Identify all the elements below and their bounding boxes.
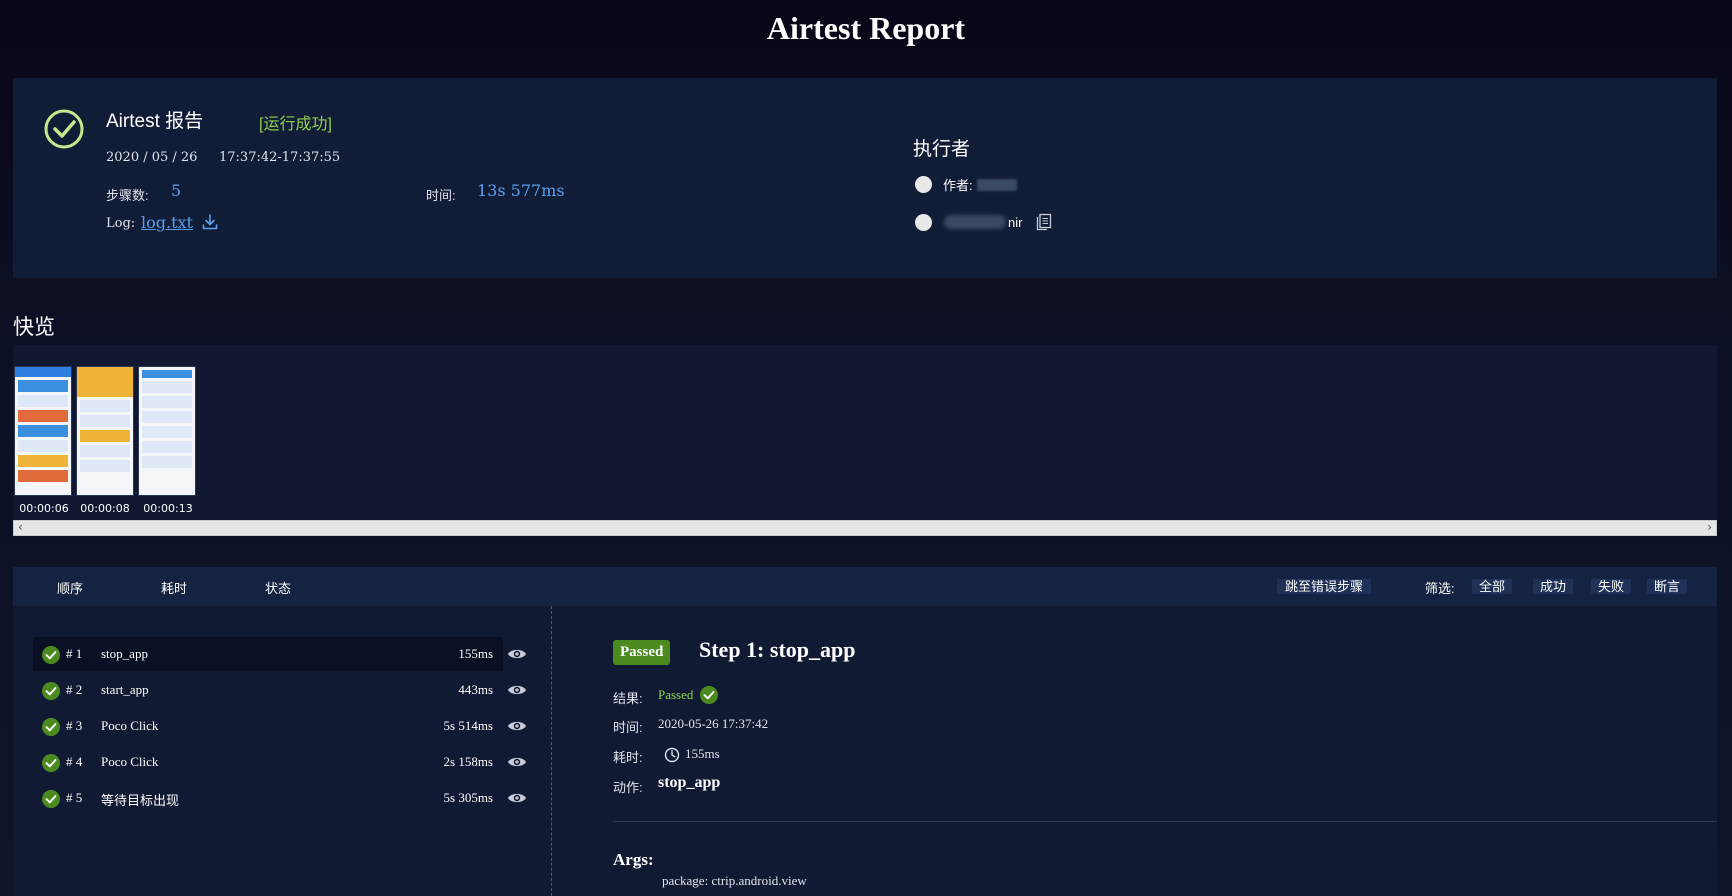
- step-row[interactable]: # 1 stop_app 155ms: [33, 637, 503, 671]
- filter-fail-button[interactable]: 失败: [1591, 579, 1632, 594]
- elapsed-value: 155ms: [685, 746, 720, 761]
- duration-label: 时间:: [426, 188, 456, 203]
- scroll-left-icon[interactable]: ‹: [18, 520, 23, 534]
- report-date: 2020 / 05 / 26: [106, 150, 198, 165]
- steps-header: 顺序 耗时 状态 跳至错误步骤 筛选: 全部 成功 失败 断言: [13, 567, 1717, 606]
- script-dot-icon: [915, 213, 932, 231]
- result-value: Passed: [658, 687, 694, 702]
- author-row: 作者:: [915, 175, 1017, 194]
- step-number: # 2: [66, 682, 83, 697]
- report-title: Airtest Report: [766, 10, 966, 46]
- screenshot-thumbnail[interactable]: [14, 366, 72, 496]
- step-detail-title: Step 1: stop_app: [699, 637, 856, 662]
- args-title: Args:: [613, 850, 654, 869]
- script-name-tail: nir: [1008, 214, 1023, 230]
- step-number: # 1: [66, 646, 83, 661]
- step-number: # 4: [66, 754, 83, 769]
- step-success-icon: [42, 790, 60, 808]
- step-success-icon: [42, 754, 60, 772]
- step-row[interactable]: # 3 Poco Click 5s 514ms: [33, 709, 503, 743]
- jump-to-error-button[interactable]: 跳至错误步骤: [1277, 579, 1372, 594]
- action-label: 动作:: [613, 780, 643, 795]
- steps-panel: 顺序 耗时 状态 跳至错误步骤 筛选: 全部 成功 失败 断言 # 1 stop…: [13, 567, 1717, 896]
- steps-count-label: 步骤数:: [106, 188, 149, 203]
- clock-icon: [664, 747, 680, 763]
- eye-icon[interactable]: [507, 755, 527, 769]
- log-file-link[interactable]: log.txt: [141, 213, 193, 232]
- summary-panel: Airtest 报告 [运行成功] 2020 / 05 / 26 17:37:4…: [13, 78, 1717, 278]
- report-time-range: 17:37:42-17:37:55: [219, 150, 341, 165]
- quickview-panel: 00:00:06 00:00:08 00:00:13: [13, 345, 1717, 520]
- step-name: Poco Click: [101, 718, 159, 733]
- quickview-title: 快览: [13, 316, 55, 339]
- step-success-icon: [42, 718, 60, 736]
- steps-count-value: 5: [171, 181, 182, 200]
- script-row: nir: [915, 213, 1052, 231]
- step-time: 2s 158ms: [443, 754, 493, 769]
- time-value: 2020-05-26 17:37:42: [658, 716, 769, 731]
- step-success-icon: [42, 646, 60, 664]
- screenshot-thumbnail[interactable]: [138, 366, 196, 496]
- step-row[interactable]: # 2 start_app 443ms: [33, 673, 503, 707]
- horizontal-scrollbar[interactable]: ‹ ›: [13, 520, 1717, 536]
- copy-icon[interactable]: [1036, 213, 1052, 231]
- status-badge: Passed: [613, 640, 671, 665]
- step-name: 等待目标出现: [101, 793, 180, 808]
- log-label: Log:: [106, 216, 136, 231]
- scroll-right-icon[interactable]: ›: [1707, 520, 1712, 534]
- screenshot-thumbnail[interactable]: [76, 366, 134, 496]
- step-name: Poco Click: [101, 754, 159, 769]
- result-label: 结果:: [613, 691, 643, 706]
- step-number: # 3: [66, 718, 83, 733]
- run-status: [运行成功]: [259, 116, 332, 133]
- filter-success-button[interactable]: 成功: [1533, 579, 1574, 594]
- filter-label: 筛选:: [1425, 581, 1455, 596]
- elapsed-label: 耗时:: [613, 750, 643, 765]
- download-icon[interactable]: [201, 213, 219, 231]
- sort-by-order[interactable]: 顺序: [57, 578, 83, 597]
- step-time: 5s 514ms: [443, 718, 493, 733]
- step-number: # 5: [66, 790, 83, 805]
- executor-title: 执行者: [913, 139, 971, 160]
- thumbnail-time: 00:00:13: [143, 502, 193, 515]
- step-name: stop_app: [101, 646, 148, 661]
- eye-icon[interactable]: [507, 719, 527, 733]
- eye-icon[interactable]: [507, 647, 527, 661]
- sort-by-status[interactable]: 状态: [265, 578, 291, 597]
- step-name: start_app: [101, 682, 149, 697]
- step-time: 443ms: [458, 682, 493, 697]
- result-success-icon: [700, 686, 718, 704]
- args-package: package: ctrip.android.view: [662, 873, 807, 888]
- step-success-icon: [42, 682, 60, 700]
- author-dot-icon: [915, 176, 932, 193]
- action-value: stop_app: [658, 774, 721, 791]
- sort-by-elapsed[interactable]: 耗时: [161, 578, 187, 597]
- script-name-redacted: [944, 215, 1006, 229]
- author-name-redacted: [976, 178, 1017, 191]
- step-row[interactable]: # 4 Poco Click 2s 158ms: [33, 745, 503, 779]
- time-label: 时间:: [613, 720, 643, 735]
- step-time: 5s 305ms: [443, 790, 493, 805]
- thumbnail-time: 00:00:08: [80, 502, 130, 515]
- panel-divider: [551, 606, 552, 896]
- thumbnail-time: 00:00:06: [19, 502, 69, 515]
- author-label: 作者:: [943, 178, 973, 193]
- eye-icon[interactable]: [507, 791, 527, 805]
- filter-all-button[interactable]: 全部: [1472, 579, 1513, 594]
- step-time: 155ms: [458, 646, 493, 661]
- success-check-icon: [44, 109, 84, 149]
- detail-divider: [613, 821, 1717, 822]
- eye-icon[interactable]: [507, 683, 527, 697]
- duration-value: 13s 577ms: [477, 181, 565, 200]
- step-row[interactable]: # 5 等待目标出现 5s 305ms: [33, 781, 503, 815]
- report-name: Airtest 报告: [106, 111, 204, 132]
- filter-assert-button[interactable]: 断言: [1647, 579, 1688, 594]
